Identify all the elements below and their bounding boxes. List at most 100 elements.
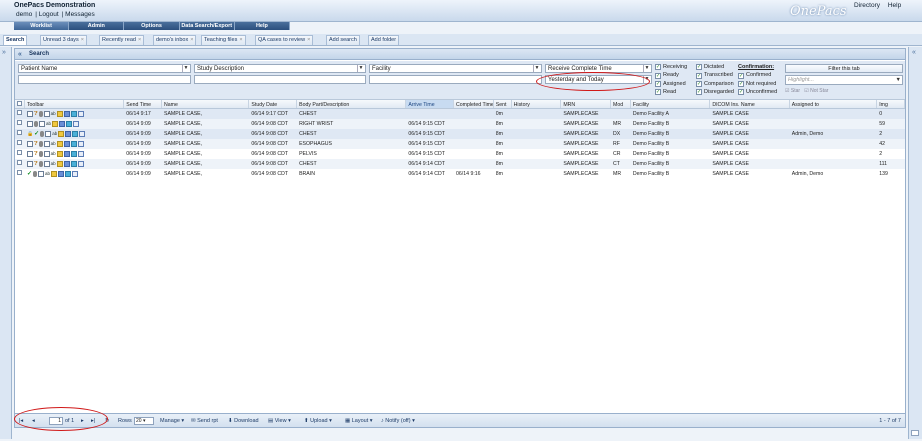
tab-teaching-files[interactable]: Teaching files × — [201, 35, 246, 45]
search-study-icon[interactable]: ab — [45, 171, 50, 177]
share-icon[interactable] — [72, 131, 79, 137]
messages-link[interactable]: Messages — [65, 11, 95, 18]
document-icon[interactable] — [26, 111, 33, 117]
report-icon[interactable] — [38, 121, 45, 127]
tab-recently-read[interactable]: Recently read × — [99, 35, 145, 45]
document-icon[interactable] — [26, 141, 33, 147]
report-icon[interactable] — [43, 141, 50, 147]
search-study-icon[interactable]: ab — [46, 121, 51, 127]
patient-name-select[interactable]: Patient Name ▼ — [18, 64, 191, 73]
column-header[interactable]: Completed Time — [454, 100, 494, 108]
menu-data-search-export[interactable]: Data Search/Export — [179, 22, 235, 30]
email-icon[interactable] — [72, 121, 79, 127]
column-header[interactable]: Assigned to — [790, 100, 878, 108]
add-folder-tab[interactable]: Add folder — [368, 35, 400, 45]
table-row[interactable]: ? ab 06/14 9:17 SAMPLE CASE, 06/14 9:17 CDT C… — [15, 109, 905, 119]
lock-icon[interactable]: 🔒 — [27, 131, 33, 137]
close-icon[interactable]: × — [81, 37, 84, 43]
microphone-icon[interactable] — [40, 131, 45, 137]
microphone-icon[interactable] — [38, 161, 43, 167]
report-icon[interactable] — [43, 111, 50, 117]
column-header[interactable]: Study Date — [249, 100, 298, 108]
row-checkbox[interactable] — [15, 119, 25, 129]
column-header[interactable]: Sent — [494, 100, 512, 108]
microphone-icon[interactable] — [33, 121, 38, 127]
upload-button[interactable]: ⬆ Upload ▾ — [304, 414, 332, 428]
search-study-icon[interactable]: ab — [51, 151, 56, 157]
filter-tab-button[interactable]: Filter this tab — [785, 64, 903, 73]
transcribed-checkbox[interactable]: ✓ Transcribed — [696, 71, 734, 79]
read-checkbox[interactable]: ✓ Read — [655, 88, 687, 96]
microphone-icon[interactable] — [38, 111, 43, 117]
viewer-icon[interactable] — [63, 161, 70, 167]
facility-select[interactable]: Facility ▼ — [369, 64, 542, 73]
report-icon[interactable] — [37, 171, 44, 177]
column-header[interactable]: Body Part/Description — [297, 100, 407, 108]
table-row[interactable]: 🔒 ✓ ab 06/14 9:09 SAMPLE CASE, 06/14 9:08 CDT… — [15, 129, 905, 139]
menu-worklist[interactable]: Worklist — [14, 22, 70, 30]
report-icon[interactable] — [45, 131, 52, 137]
column-header[interactable]: Send Time — [124, 100, 163, 108]
share-icon[interactable] — [70, 151, 77, 157]
layout-button[interactable]: ▦ Layout ▾ — [345, 414, 373, 428]
row-checkbox[interactable] — [15, 159, 25, 169]
viewer-icon[interactable] — [65, 131, 72, 137]
user-name[interactable]: demo — [16, 11, 32, 18]
table-row[interactable]: ab 06/14 9:09 SAMPLE CASE, 06/14 9:08 CDT RI… — [15, 119, 905, 129]
search-study-icon[interactable]: ab — [51, 141, 56, 147]
column-header[interactable]: Name — [162, 100, 250, 108]
row-checkbox[interactable] — [15, 169, 25, 179]
close-icon[interactable]: × — [307, 37, 310, 43]
table-row[interactable]: ? ab 06/14 9:09 SAMPLE CASE, 06/14 9:08 CDT P… — [15, 149, 905, 159]
table-row[interactable]: ? ab 06/14 9:09 SAMPLE CASE, 06/14 9:08 CDT C… — [15, 159, 905, 169]
folder-icon[interactable] — [58, 131, 65, 137]
folder-icon[interactable] — [56, 141, 63, 147]
share-icon[interactable] — [70, 141, 77, 147]
folder-icon[interactable] — [51, 121, 58, 127]
column-header[interactable]: MRN — [561, 100, 612, 108]
star-checkbox[interactable]: ☑ Star — [785, 88, 800, 94]
row-checkbox[interactable] — [15, 109, 25, 119]
viewer-icon[interactable] — [58, 121, 65, 127]
column-header[interactable]: Arrive Time — [406, 100, 455, 108]
add-search-tab[interactable]: Add search — [326, 35, 360, 45]
email-icon[interactable] — [79, 131, 86, 137]
check-icon[interactable]: ✓ — [34, 131, 39, 137]
search-study-icon[interactable]: ab — [52, 131, 57, 137]
viewer-icon[interactable] — [63, 141, 70, 147]
notify-button[interactable]: ♪ Notify (off) ▾ — [381, 414, 415, 428]
menu-admin[interactable]: Admin — [69, 22, 125, 30]
not-star-checkbox[interactable]: ☑ Not Star — [804, 88, 828, 94]
dictated-checkbox[interactable]: ✓ Dictated — [696, 63, 734, 71]
report-icon[interactable] — [43, 151, 50, 157]
logout-link[interactable]: Logout — [39, 11, 59, 18]
column-header[interactable]: Toolbar — [25, 100, 125, 108]
select-all-checkbox[interactable] — [15, 100, 25, 108]
directory-link[interactable]: Directory — [854, 2, 880, 9]
table-row[interactable]: ? ab 06/14 9:09 SAMPLE CASE, 06/14 9:08 CDT E… — [15, 139, 905, 149]
question-icon[interactable]: ? — [34, 151, 38, 157]
microphone-icon[interactable] — [38, 151, 43, 157]
email-icon[interactable] — [71, 171, 78, 177]
close-icon[interactable]: × — [239, 37, 242, 43]
close-icon[interactable]: × — [138, 37, 141, 43]
email-icon[interactable] — [77, 151, 84, 157]
document-icon[interactable] — [26, 121, 33, 127]
microphone-icon[interactable] — [32, 171, 37, 177]
row-checkbox[interactable] — [15, 129, 25, 139]
manage-button[interactable]: Manage ▾ — [160, 414, 184, 428]
microphone-icon[interactable] — [38, 141, 43, 147]
folder-icon[interactable] — [50, 171, 57, 177]
assigned-checkbox[interactable]: ✓ Assigned — [655, 80, 687, 88]
expand-sidebar-icon[interactable]: » — [2, 49, 6, 56]
column-header[interactable]: Facility — [631, 100, 711, 108]
ready-checkbox[interactable]: ✓ Ready — [655, 71, 687, 79]
tab-search[interactable]: Search — [3, 35, 28, 45]
check-icon[interactable]: ✓ — [27, 171, 32, 177]
folder-icon[interactable] — [56, 111, 63, 117]
disregarded-checkbox[interactable]: ✓ Disregarded — [696, 88, 734, 96]
email-icon[interactable] — [77, 111, 84, 117]
share-icon[interactable] — [70, 161, 77, 167]
tab-qa-cases[interactable]: QA cases to review × — [255, 35, 314, 45]
report-icon[interactable] — [43, 161, 50, 167]
